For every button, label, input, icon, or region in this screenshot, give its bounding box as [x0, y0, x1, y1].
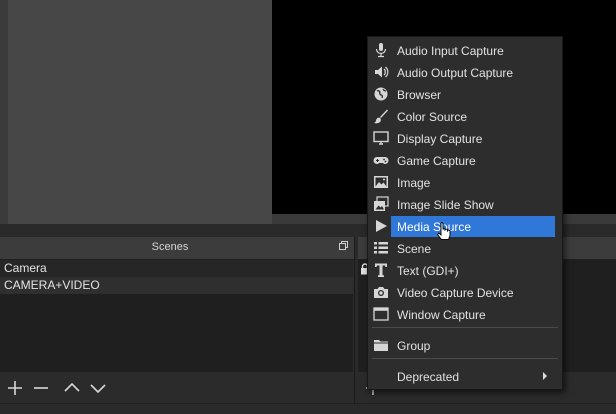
menu-item-label: Image — [397, 176, 431, 190]
menu-item-label: Group — [397, 339, 431, 353]
menu-item-label: Media Source — [397, 220, 472, 234]
menu-item-text-gdi[interactable]: Text (GDI+) — [368, 259, 562, 281]
scenes-dock: Scenes Camera CAMERA+VIDEO — [0, 237, 355, 403]
plus-icon[interactable] — [6, 379, 24, 397]
menu-item-window-capture[interactable]: Window Capture — [368, 303, 562, 325]
menu-item-image[interactable]: Image — [368, 171, 562, 193]
menu-item-label: Image Slide Show — [397, 198, 494, 212]
menu-item-label: Window Capture — [397, 308, 486, 322]
scenes-list[interactable]: Camera CAMERA+VIDEO — [0, 260, 353, 372]
menu-separator — [372, 358, 558, 359]
microphone-icon — [375, 43, 387, 58]
chevron-down-icon[interactable] — [89, 379, 107, 397]
menu-item-display-capture[interactable]: Display Capture — [368, 127, 562, 149]
chevron-up-icon[interactable] — [63, 379, 81, 397]
menu-item-browser[interactable]: Browser — [368, 83, 562, 105]
image-icon — [374, 176, 388, 188]
scenes-titlebar[interactable]: Scenes — [0, 237, 354, 260]
menu-item-label: Scene — [397, 242, 432, 256]
menu-item-scene[interactable]: Scene — [368, 237, 562, 259]
menu-item-label: Video Capture Device — [397, 286, 514, 300]
status-bar — [0, 403, 616, 414]
slideshow-icon — [374, 196, 389, 211]
preview-canvas-left — [8, 0, 272, 224]
undock-icon[interactable] — [339, 241, 348, 250]
paintbrush-icon — [374, 109, 388, 124]
globe-icon — [374, 87, 388, 101]
text-icon — [375, 263, 387, 277]
menu-item-label: Display Capture — [397, 132, 483, 146]
scenes-title: Scenes — [151, 241, 189, 253]
scenes-toolbar — [0, 373, 353, 403]
menu-item-label: Color Source — [397, 110, 468, 124]
speaker-icon — [375, 66, 389, 78]
menu-item-video-capture-device[interactable]: Video Capture Device — [368, 281, 562, 303]
menu-item-game-capture[interactable]: Game Capture — [368, 149, 562, 171]
gamepad-icon — [373, 157, 389, 165]
menu-item-label: Game Capture — [397, 154, 476, 168]
menu-item-color-source[interactable]: Color Source — [368, 105, 562, 127]
scene-item-camera[interactable]: Camera — [0, 260, 353, 277]
menu-item-media-source[interactable]: Media Source — [368, 215, 562, 237]
scene-item-camera-video[interactable]: CAMERA+VIDEO — [0, 277, 353, 294]
menu-item-deprecated[interactable]: Deprecated — [368, 365, 562, 387]
menu-item-label: Deprecated — [397, 370, 460, 384]
camera-icon — [374, 287, 388, 298]
menu-item-group[interactable]: Group — [368, 334, 562, 356]
menu-item-audio-input-capture[interactable]: Audio Input Capture — [368, 39, 562, 61]
folder-icon — [374, 340, 388, 351]
menu-item-label: Audio Input Capture — [397, 44, 504, 58]
menu-separator — [372, 327, 558, 328]
list-icon — [374, 242, 388, 254]
menu-item-image-slide-show[interactable]: Image Slide Show — [368, 193, 562, 215]
monitor-icon — [373, 131, 389, 145]
mouse-cursor-icon — [437, 222, 451, 240]
menu-item-label: Audio Output Capture — [397, 66, 514, 80]
window-icon — [373, 307, 389, 321]
submenu-arrow-icon — [543, 372, 547, 380]
menu-item-label: Browser — [397, 88, 442, 102]
add-source-context-menu: Audio Input Capture Audio Output Capture B… — [367, 36, 563, 390]
minus-icon[interactable] — [32, 379, 50, 397]
menu-item-audio-output-capture[interactable]: Audio Output Capture — [368, 61, 562, 83]
menu-item-label: Text (GDI+) — [397, 264, 459, 278]
play-icon — [376, 220, 387, 232]
